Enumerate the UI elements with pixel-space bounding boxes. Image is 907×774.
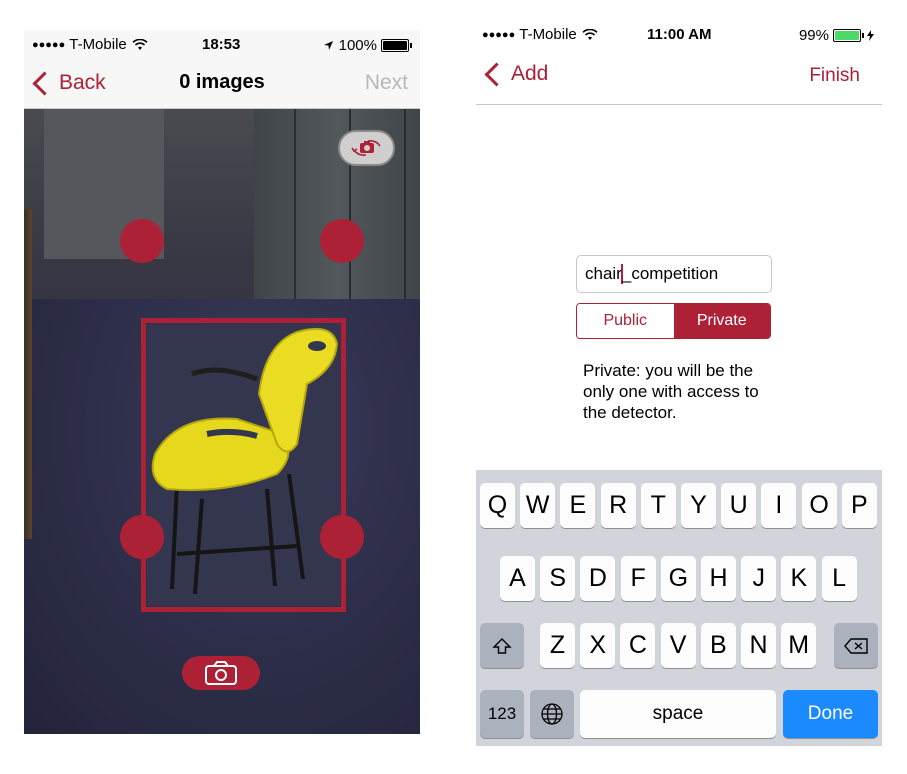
key-t[interactable]: T: [640, 483, 676, 528]
crop-handle-bottom-right[interactable]: [320, 515, 364, 559]
key-h[interactable]: H: [701, 556, 736, 601]
key-s[interactable]: S: [540, 556, 576, 601]
crop-handle-bottom-left[interactable]: [120, 515, 164, 559]
shift-key[interactable]: [480, 623, 524, 668]
battery-icon: [833, 29, 861, 42]
crop-handle-top-left[interactable]: [120, 219, 164, 263]
signal-strength: ●●●●●: [482, 28, 516, 41]
charging-bolt-icon: [867, 30, 874, 41]
key-q[interactable]: Q: [480, 483, 515, 528]
name-text-after-caret: _competition: [621, 264, 719, 283]
key-r[interactable]: R: [600, 483, 636, 528]
battery-fill: [835, 31, 859, 40]
backspace-icon: [844, 637, 868, 654]
key-z[interactable]: Z: [540, 623, 575, 668]
key-o[interactable]: O: [801, 483, 837, 528]
delete-key[interactable]: [834, 623, 878, 668]
battery-indicator: 100%: [323, 37, 412, 54]
key-l[interactable]: L: [821, 556, 857, 601]
wifi-icon: [132, 38, 148, 50]
navigation-bar: Add Finish: [476, 48, 882, 105]
key-x[interactable]: X: [580, 623, 616, 668]
carrier-info: ●●●●● T-Mobile: [482, 26, 598, 43]
camera-preview[interactable]: [24, 109, 420, 734]
status-time: 18:53: [202, 36, 241, 53]
private-option[interactable]: Private: [673, 304, 770, 338]
key-j[interactable]: J: [741, 556, 777, 601]
crop-rectangle[interactable]: [141, 318, 346, 612]
public-option[interactable]: Public: [577, 304, 674, 338]
space-key[interactable]: space: [580, 690, 776, 738]
key-d[interactable]: D: [580, 556, 616, 601]
shift-icon: [492, 637, 512, 654]
camera-icon: [205, 661, 237, 685]
finish-button[interactable]: Finish: [809, 65, 860, 87]
detector-name-field[interactable]: chair _competition: [576, 255, 772, 293]
globe-key[interactable]: [530, 690, 574, 738]
camera-flip-icon: [350, 140, 381, 156]
chevron-left-icon: [484, 61, 509, 87]
wifi-icon: [582, 28, 598, 40]
detector-settings-screen: ●●●●● T-Mobile 11:00 AM 99% Add Finish c…: [476, 18, 882, 746]
visibility-segmented-control[interactable]: Public Private: [576, 303, 771, 339]
carrier-name: T-Mobile: [519, 26, 577, 43]
key-c[interactable]: C: [620, 623, 656, 668]
page-title: 0 images: [179, 71, 265, 93]
navigation-bar: Back 0 images Next: [24, 58, 420, 109]
capture-button[interactable]: [182, 656, 260, 690]
back-button-label: Add: [511, 62, 549, 85]
key-m[interactable]: M: [781, 623, 817, 668]
crop-handle-top-right[interactable]: [320, 219, 364, 263]
done-key[interactable]: Done: [783, 690, 878, 738]
battery-tip: [862, 33, 864, 38]
name-text-before-caret: chair: [585, 264, 622, 283]
key-y[interactable]: Y: [681, 483, 716, 528]
carrier-info: ●●●●● T-Mobile: [32, 36, 148, 53]
flip-camera-button[interactable]: [338, 130, 395, 166]
key-w[interactable]: W: [520, 483, 556, 528]
globe-icon: [541, 703, 563, 725]
carrier-name: T-Mobile: [69, 36, 127, 53]
key-i[interactable]: I: [761, 483, 797, 528]
location-arrow-icon: [323, 41, 333, 50]
key-f[interactable]: F: [620, 556, 656, 601]
background-door-frame: [24, 209, 32, 539]
on-screen-keyboard: 123 space Done QWERTYUIOP ASDFGHJKL ZXCVBN…: [476, 470, 882, 746]
status-bar: ●●●●● T-Mobile 11:00 AM 99%: [476, 18, 882, 48]
key-k[interactable]: K: [781, 556, 817, 601]
battery-percent: 99%: [798, 27, 829, 44]
key-n[interactable]: N: [741, 623, 776, 668]
signal-strength: ●●●●●: [32, 38, 66, 51]
battery-icon: [381, 39, 409, 52]
battery-tip: [410, 43, 412, 48]
key-u[interactable]: U: [721, 483, 757, 528]
status-time: 11:00 AM: [647, 26, 712, 43]
key-v[interactable]: V: [660, 623, 696, 668]
key-a[interactable]: A: [500, 556, 535, 601]
status-bar: ●●●●● T-Mobile 18:53 100%: [24, 30, 420, 58]
visibility-help-text: Private: you will be the only one with a…: [583, 361, 759, 422]
numbers-key[interactable]: 123: [480, 690, 524, 738]
camera-screen: ●●●●● T-Mobile 18:53 100% Back 0 images …: [24, 30, 420, 734]
add-back-button[interactable]: Add: [482, 61, 549, 87]
battery-indicator: 99%: [799, 27, 874, 44]
key-g[interactable]: G: [660, 556, 696, 601]
battery-percent: 100%: [338, 37, 377, 54]
key-e[interactable]: E: [560, 483, 596, 528]
key-b[interactable]: B: [700, 623, 736, 668]
next-button[interactable]: Next: [365, 71, 408, 95]
battery-fill: [383, 41, 407, 50]
key-p[interactable]: P: [841, 483, 877, 528]
